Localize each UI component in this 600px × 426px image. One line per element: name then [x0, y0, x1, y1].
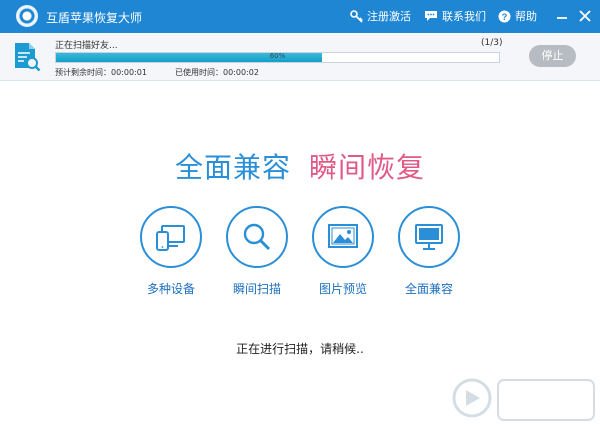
help-label: 帮助 [515, 10, 537, 23]
register-label: 注册激活 [367, 10, 411, 23]
minimize-icon[interactable] [555, 9, 569, 23]
time-remaining: 预计剩余时间：00:00:01 [55, 68, 147, 77]
contact-link[interactable]: 联系我们 [424, 8, 486, 24]
close-icon[interactable] [578, 9, 592, 23]
devices-icon [156, 225, 185, 251]
register-link[interactable]: 注册激活 [350, 8, 411, 24]
document-search-icon [15, 43, 41, 72]
progress-percent: 60% [269, 52, 286, 60]
feature-circle [226, 206, 288, 268]
feature-scan: 瞬间扫描 [221, 206, 293, 297]
contact-label: 联系我们 [442, 10, 486, 23]
monitor-icon [415, 224, 443, 250]
watermark-logo-icon [452, 378, 595, 421]
key-icon [350, 9, 363, 23]
scan-step-count: (1/3) [481, 38, 503, 48]
help-link[interactable]: ? 帮助 [498, 8, 537, 24]
svg-text:?: ? [502, 12, 508, 22]
progress-bar: 60% [55, 52, 500, 63]
picture-icon [328, 224, 358, 248]
feature-label: 全面兼容 [404, 282, 453, 296]
scanning-message: 正在进行扫描，请稍候.. [236, 342, 364, 356]
magnifier-icon [243, 223, 271, 251]
slogan: 全面兼容 瞬间恢复 [0, 146, 600, 186]
app-logo-icon [16, 5, 38, 27]
progress-panel: 正在扫描好友... (1/3) 60% 预计剩余时间：00:00:01 已使用时… [0, 33, 600, 81]
feature-devices: 多种设备 [135, 206, 207, 297]
feature-circle [140, 206, 202, 268]
feature-label: 瞬间扫描 [232, 282, 281, 296]
feature-circle [398, 206, 460, 268]
feature-label: 图片预览 [318, 282, 367, 296]
feature-compat: 全面兼容 [393, 206, 465, 297]
app-title: 互盾苹果恢复大师 [46, 11, 143, 25]
help-icon: ? [498, 10, 511, 22]
feature-preview: 图片预览 [307, 206, 379, 297]
stop-button[interactable]: 停止 [529, 45, 576, 67]
time-elapsed: 已使用时间：00:00:02 [175, 68, 259, 77]
feature-label: 多种设备 [146, 282, 195, 296]
feature-circle [312, 206, 374, 268]
title-bar: 互盾苹果恢复大师 注册激活 联系我们 ? 帮助 [0, 0, 600, 33]
slogan-recover: 瞬间恢复 [309, 151, 426, 184]
chat-icon [425, 11, 437, 21]
scan-status: 正在扫描好友... [55, 41, 118, 51]
slogan-compatible: 全面兼容 [174, 151, 291, 184]
